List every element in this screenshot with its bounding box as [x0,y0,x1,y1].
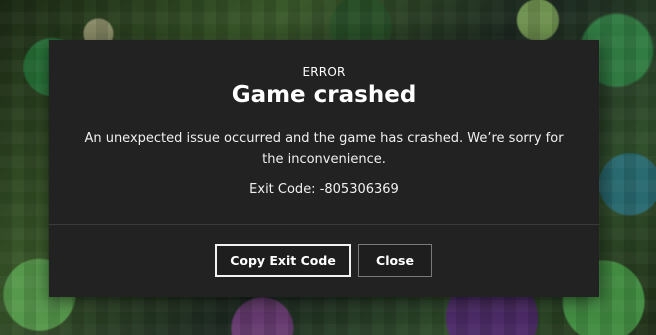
dialog-title: Game crashed [231,82,417,108]
copy-exit-code-button[interactable]: Copy Exit Code [215,244,351,277]
error-label: ERROR [302,65,346,79]
close-button[interactable]: Close [358,244,432,277]
exit-code-text: Exit Code: -805306369 [249,182,399,197]
crash-message: An unexpected issue occurred and the gam… [84,131,564,167]
dialog-divider [49,224,599,225]
crash-dialog: ERROR Game crashed An unexpected issue o… [49,40,599,297]
